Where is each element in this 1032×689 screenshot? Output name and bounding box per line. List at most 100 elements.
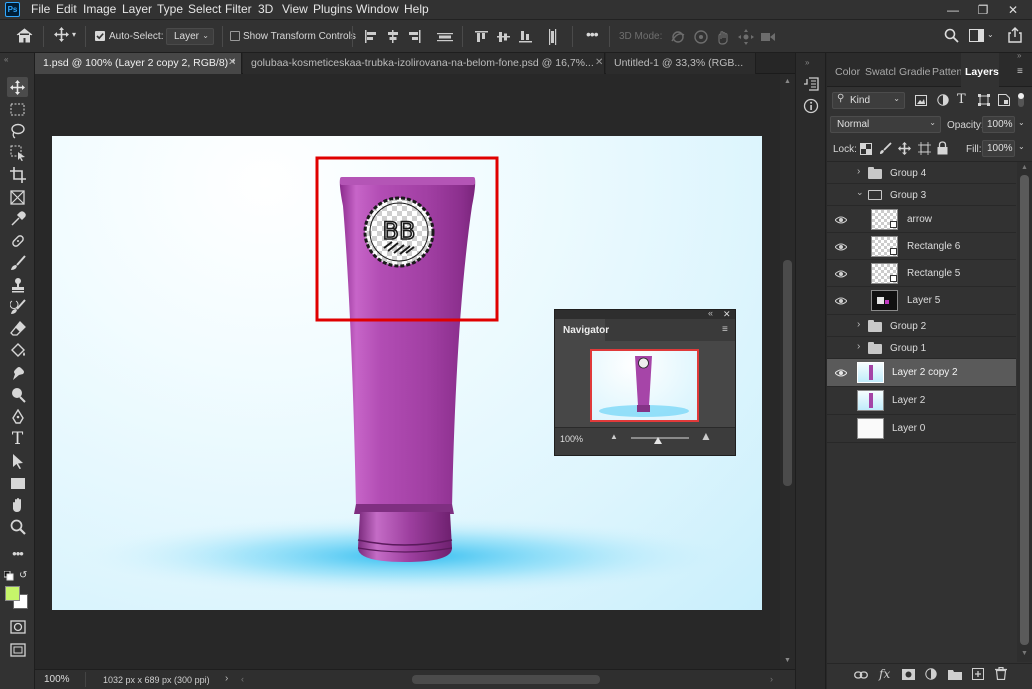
zoom-level[interactable]: 100% [44,674,70,685]
layer-row-layer-5[interactable]: Layer 5 [827,287,1016,315]
info-panel-icon[interactable] [803,98,819,114]
distribute-vertical-icon[interactable] [546,29,559,45]
crop-tool-button[interactable] [7,165,28,185]
pen-tool-button[interactable] [7,407,28,427]
layer-row-group-2[interactable]: › Group 2 [827,315,1016,337]
distribute-horizontal-icon[interactable] [437,30,453,43]
edit-toolbar-icon[interactable]: ••• [7,543,28,563]
default-colors-icon[interactable] [4,571,14,581]
workspace-chevron-icon[interactable]: ⌄ [987,30,994,39]
layer-row-group-3[interactable]: ⌄ Group 3 [827,184,1016,206]
zoom-slider-thumb[interactable] [654,437,662,444]
toolbar-collapse-icon[interactable]: « [4,55,8,64]
smudge-tool-button[interactable] [7,363,28,383]
tool-preset-chevron-icon[interactable]: ▾ [72,30,76,39]
paint-bucket-tool-button[interactable] [7,341,28,361]
align-top-edges-icon[interactable] [475,30,488,44]
clone-stamp-tool-button[interactable] [7,275,28,295]
3d-slide-icon[interactable] [738,29,754,45]
delete-layer-icon[interactable] [995,667,1007,680]
3d-orbit-icon[interactable] [670,29,686,45]
panel-menu-icon[interactable]: ≡ [1017,66,1023,77]
layer-row-rectangle-6[interactable]: Rectangle 6 [827,233,1016,260]
menu-type[interactable]: Type [157,2,183,16]
maximize-icon[interactable]: ❐ [967,0,999,20]
scroll-thumb[interactable] [1020,175,1029,645]
menu-select[interactable]: Select [188,2,221,16]
link-layers-icon[interactable] [854,670,868,680]
layer-style-icon[interactable]: fx [879,667,890,681]
scroll-up-icon[interactable]: ▲ [784,78,791,85]
menu-window[interactable]: Window [356,2,399,16]
tab-document-1[interactable]: 1.psd @ 100% (Layer 2 copy 2, RGB/8) * [35,53,242,74]
menu-help[interactable]: Help [404,2,429,16]
navigator-preview[interactable] [590,349,699,422]
scroll-thumb[interactable] [783,260,792,486]
visibility-eye-icon[interactable] [835,268,847,280]
status-chevron-icon[interactable]: › [225,673,228,684]
visibility-toggle[interactable] [835,189,847,201]
show-transform-controls-checkbox[interactable] [230,31,240,41]
navigator-zoom-value[interactable]: 100% [560,434,583,444]
navigator-collapse-icon[interactable]: « [708,308,713,318]
menu-plugins[interactable]: Plugins [313,2,352,16]
brush-tool-button[interactable] [7,253,28,273]
lasso-tool-button[interactable] [7,121,28,141]
3d-roll-icon[interactable] [693,29,709,45]
collapse-chevron-icon[interactable]: ⌄ [856,187,864,198]
share-icon[interactable] [1008,27,1022,43]
align-horizontal-centers-icon[interactable] [386,30,400,43]
3d-scale-icon[interactable] [760,30,776,44]
menu-image[interactable]: Image [83,2,116,16]
tab-document-3[interactable]: Untitled-1 @ 33,3% (RGB... [606,53,756,74]
layer-row-group-4[interactable]: › Group 4 [827,162,1016,184]
3d-pan-icon[interactable] [716,29,732,45]
filter-type-layers-icon[interactable]: T [957,92,966,107]
swap-colors-icon[interactable]: ↺ [19,570,27,581]
filter-adjustment-layers-icon[interactable] [937,94,949,106]
healing-brush-tool-button[interactable] [7,231,28,251]
close-tab-icon[interactable]: ✕ [595,57,603,68]
tab-swatches[interactable]: Swatcl [865,53,896,87]
lock-image-pixels-icon[interactable] [879,142,892,155]
visibility-eye-icon[interactable] [835,241,847,253]
align-right-edges-icon[interactable] [408,30,422,43]
lock-all-icon[interactable] [937,141,948,155]
visibility-toggle[interactable] [835,320,847,332]
fill-chevron-icon[interactable]: ⌄ [1018,142,1025,151]
visibility-toggle[interactable] [835,395,847,407]
close-tab-icon[interactable]: ✕ [228,57,236,68]
expand-chevron-icon[interactable]: › [857,166,860,177]
move-tool-icon[interactable] [54,27,69,42]
move-tool-button[interactable] [7,77,28,97]
horizontal-scroll-thumb[interactable] [412,675,600,684]
tab-gradients[interactable]: Gradie [899,53,931,87]
eraser-tool-button[interactable] [7,319,28,339]
expand-chevron-icon[interactable]: › [857,341,860,352]
vertical-scrollbar[interactable]: ▲ ▼ [780,74,795,669]
search-icon[interactable] [944,28,959,43]
visibility-toggle[interactable] [835,167,847,179]
expand-chevron-icon[interactable]: › [857,319,860,330]
menu-layer[interactable]: Layer [122,2,152,16]
filter-toggle-switch[interactable] [1018,93,1024,107]
align-left-edges-icon[interactable] [364,30,378,43]
dock-collapse-icon[interactable]: » [805,58,809,67]
history-panel-icon[interactable] [803,76,819,92]
align-bottom-edges-icon[interactable] [519,30,532,44]
lock-artboard-icon[interactable] [918,142,931,155]
layer-row-layer-0[interactable]: Layer 0 [827,415,1016,443]
rectangle-tool-button[interactable] [7,473,28,493]
layers-scrollbar[interactable]: ▲ ▼ [1017,162,1032,662]
layer-row-layer-2-copy-2[interactable]: Layer 2 copy 2 [827,359,1016,387]
photoshop-logo[interactable]: Ps [5,2,20,17]
visibility-eye-icon[interactable] [835,295,847,307]
menu-file[interactable]: File [31,2,50,16]
fill-input[interactable]: 100% [982,140,1015,157]
minimize-icon[interactable]: — [937,0,969,20]
scroll-down-icon[interactable]: ▼ [1021,650,1028,657]
layer-row-arrow[interactable]: arrow [827,206,1016,233]
layer-row-layer-2[interactable]: Layer 2 [827,387,1016,415]
visibility-eye-icon[interactable] [835,367,847,379]
foreground-color-swatch[interactable] [5,586,20,601]
